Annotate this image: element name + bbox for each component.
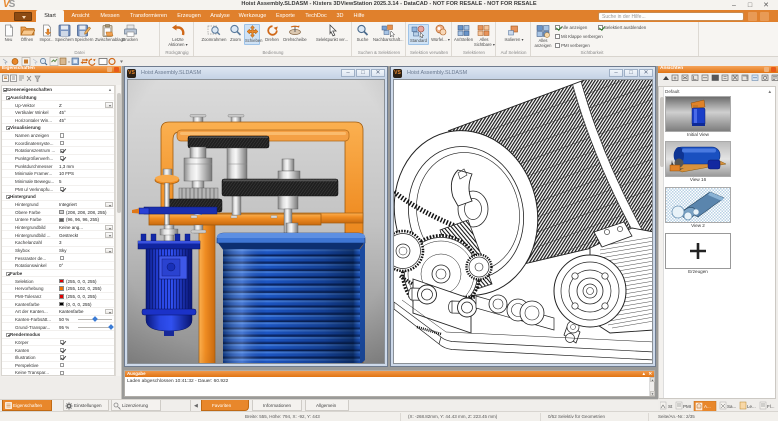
svg-text:PMI: PMI	[683, 404, 691, 409]
svg-text:Fl...: Fl...	[767, 404, 775, 409]
svg-text:A...: A...	[704, 404, 711, 409]
svg-text:St: St	[668, 404, 673, 409]
svg-text:Le...: Le...	[747, 404, 756, 409]
svg-text:Sa...: Sa...	[727, 404, 736, 409]
